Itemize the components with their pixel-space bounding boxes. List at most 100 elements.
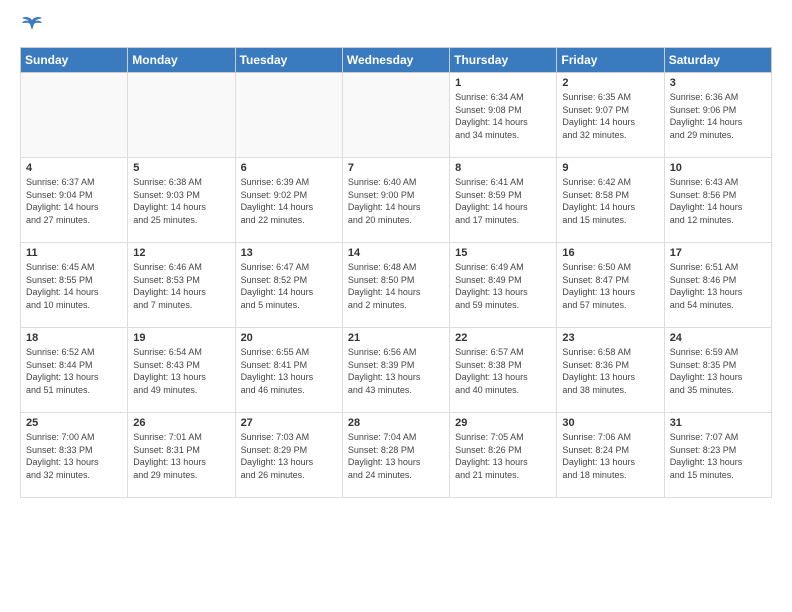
calendar-cell: 7 Sunrise: 6:40 AM Sunset: 9:00 PM Daylig…: [342, 158, 449, 243]
calendar-cell: 16 Sunrise: 6:50 AM Sunset: 8:47 PM Dayli…: [557, 243, 664, 328]
day-info: Sunrise: 6:36 AM Sunset: 9:06 PM Dayligh…: [670, 91, 766, 141]
calendar-cell: [128, 73, 235, 158]
calendar-cell: 4 Sunrise: 6:37 AM Sunset: 9:04 PM Daylig…: [21, 158, 128, 243]
day-info: Sunrise: 6:57 AM Sunset: 8:38 PM Dayligh…: [455, 346, 551, 396]
day-info: Sunrise: 6:54 AM Sunset: 8:43 PM Dayligh…: [133, 346, 229, 396]
day-info: Sunrise: 6:51 AM Sunset: 8:46 PM Dayligh…: [670, 261, 766, 311]
day-number: 18: [26, 332, 122, 344]
day-number: 17: [670, 247, 766, 259]
day-number: 30: [562, 417, 658, 429]
calendar-cell: 5 Sunrise: 6:38 AM Sunset: 9:03 PM Daylig…: [128, 158, 235, 243]
day-number: 26: [133, 417, 229, 429]
calendar-cell: 10 Sunrise: 6:43 AM Sunset: 8:56 PM Dayli…: [664, 158, 771, 243]
calendar-cell: 3 Sunrise: 6:36 AM Sunset: 9:06 PM Daylig…: [664, 73, 771, 158]
day-number: 4: [26, 162, 122, 174]
day-info: Sunrise: 6:43 AM Sunset: 8:56 PM Dayligh…: [670, 176, 766, 226]
calendar-cell: 11 Sunrise: 6:45 AM Sunset: 8:55 PM Dayli…: [21, 243, 128, 328]
weekday-header-monday: Monday: [128, 48, 235, 73]
day-info: Sunrise: 7:05 AM Sunset: 8:26 PM Dayligh…: [455, 431, 551, 481]
day-info: Sunrise: 6:34 AM Sunset: 9:08 PM Dayligh…: [455, 91, 551, 141]
day-number: 29: [455, 417, 551, 429]
day-number: 10: [670, 162, 766, 174]
day-info: Sunrise: 6:46 AM Sunset: 8:53 PM Dayligh…: [133, 261, 229, 311]
calendar-cell: 31 Sunrise: 7:07 AM Sunset: 8:23 PM Dayli…: [664, 413, 771, 498]
week-row-5: 25Sunrise: 7:00 AM Sunset: 8:33 PM Dayli…: [21, 413, 772, 498]
weekday-header-sunday: Sunday: [21, 48, 128, 73]
logo: [20, 16, 43, 39]
day-number: 8: [455, 162, 551, 174]
day-info: Sunrise: 7:04 AM Sunset: 8:28 PM Dayligh…: [348, 431, 444, 481]
day-info: Sunrise: 6:38 AM Sunset: 9:03 PM Dayligh…: [133, 176, 229, 226]
weekday-header-saturday: Saturday: [664, 48, 771, 73]
day-number: 15: [455, 247, 551, 259]
day-info: Sunrise: 6:50 AM Sunset: 8:47 PM Dayligh…: [562, 261, 658, 311]
weekday-header-row: SundayMondayTuesdayWednesdayThursdayFrid…: [21, 48, 772, 73]
day-number: 6: [241, 162, 337, 174]
day-info: Sunrise: 6:40 AM Sunset: 9:00 PM Dayligh…: [348, 176, 444, 226]
day-info: Sunrise: 7:03 AM Sunset: 8:29 PM Dayligh…: [241, 431, 337, 481]
day-number: 5: [133, 162, 229, 174]
day-info: Sunrise: 6:45 AM Sunset: 8:55 PM Dayligh…: [26, 261, 122, 311]
day-number: 24: [670, 332, 766, 344]
day-info: Sunrise: 6:39 AM Sunset: 9:02 PM Dayligh…: [241, 176, 337, 226]
calendar-cell: 26 Sunrise: 7:01 AM Sunset: 8:31 PM Dayli…: [128, 413, 235, 498]
day-number: 23: [562, 332, 658, 344]
day-number: 2: [562, 77, 658, 89]
calendar-cell: 24 Sunrise: 6:59 AM Sunset: 8:35 PM Dayli…: [664, 328, 771, 413]
weekday-header-friday: Friday: [557, 48, 664, 73]
day-number: 28: [348, 417, 444, 429]
day-number: 9: [562, 162, 658, 174]
day-number: 31: [670, 417, 766, 429]
day-info: Sunrise: 7:06 AM Sunset: 8:24 PM Dayligh…: [562, 431, 658, 481]
logo-bird-icon: [21, 16, 43, 39]
calendar-cell: 27 Sunrise: 7:03 AM Sunset: 8:29 PM Dayli…: [235, 413, 342, 498]
week-row-4: 18Sunrise: 6:52 AM Sunset: 8:44 PM Dayli…: [21, 328, 772, 413]
calendar-cell: [235, 73, 342, 158]
weekday-header-thursday: Thursday: [450, 48, 557, 73]
day-info: Sunrise: 6:48 AM Sunset: 8:50 PM Dayligh…: [348, 261, 444, 311]
calendar-cell: 9 Sunrise: 6:42 AM Sunset: 8:58 PM Daylig…: [557, 158, 664, 243]
day-number: 21: [348, 332, 444, 344]
day-number: 12: [133, 247, 229, 259]
calendar-cell: 29 Sunrise: 7:05 AM Sunset: 8:26 PM Dayli…: [450, 413, 557, 498]
day-number: 22: [455, 332, 551, 344]
day-number: 14: [348, 247, 444, 259]
day-info: Sunrise: 6:42 AM Sunset: 8:58 PM Dayligh…: [562, 176, 658, 226]
calendar-cell: [342, 73, 449, 158]
calendar-cell: 23 Sunrise: 6:58 AM Sunset: 8:36 PM Dayli…: [557, 328, 664, 413]
day-number: 27: [241, 417, 337, 429]
day-info: Sunrise: 6:59 AM Sunset: 8:35 PM Dayligh…: [670, 346, 766, 396]
day-info: Sunrise: 6:58 AM Sunset: 8:36 PM Dayligh…: [562, 346, 658, 396]
day-number: 19: [133, 332, 229, 344]
calendar-cell: 14 Sunrise: 6:48 AM Sunset: 8:50 PM Dayli…: [342, 243, 449, 328]
week-row-3: 11 Sunrise: 6:45 AM Sunset: 8:55 PM Dayli…: [21, 243, 772, 328]
calendar-cell: 25Sunrise: 7:00 AM Sunset: 8:33 PM Dayli…: [21, 413, 128, 498]
weekday-header-tuesday: Tuesday: [235, 48, 342, 73]
day-info: Sunrise: 6:37 AM Sunset: 9:04 PM Dayligh…: [26, 176, 122, 226]
calendar-cell: 1 Sunrise: 6:34 AM Sunset: 9:08 PM Daylig…: [450, 73, 557, 158]
calendar-cell: 28 Sunrise: 7:04 AM Sunset: 8:28 PM Dayli…: [342, 413, 449, 498]
day-number: 11: [26, 247, 122, 259]
calendar-cell: 6 Sunrise: 6:39 AM Sunset: 9:02 PM Daylig…: [235, 158, 342, 243]
day-info: Sunrise: 7:07 AM Sunset: 8:23 PM Dayligh…: [670, 431, 766, 481]
calendar-cell: 8Sunrise: 6:41 AM Sunset: 8:59 PM Daylig…: [450, 158, 557, 243]
day-number: 16: [562, 247, 658, 259]
calendar-cell: 18Sunrise: 6:52 AM Sunset: 8:44 PM Dayli…: [21, 328, 128, 413]
calendar-cell: 21 Sunrise: 6:56 AM Sunset: 8:39 PM Dayli…: [342, 328, 449, 413]
day-number: 25: [26, 417, 122, 429]
page-header: [20, 16, 772, 39]
calendar-table: SundayMondayTuesdayWednesdayThursdayFrid…: [20, 47, 772, 498]
calendar-cell: 20Sunrise: 6:55 AM Sunset: 8:41 PM Dayli…: [235, 328, 342, 413]
day-number: 7: [348, 162, 444, 174]
day-number: 1: [455, 77, 551, 89]
day-info: Sunrise: 6:56 AM Sunset: 8:39 PM Dayligh…: [348, 346, 444, 396]
day-number: 3: [670, 77, 766, 89]
calendar-cell: 17 Sunrise: 6:51 AM Sunset: 8:46 PM Dayli…: [664, 243, 771, 328]
calendar-cell: 19 Sunrise: 6:54 AM Sunset: 8:43 PM Dayli…: [128, 328, 235, 413]
calendar-cell: 30 Sunrise: 7:06 AM Sunset: 8:24 PM Dayli…: [557, 413, 664, 498]
week-row-2: 4 Sunrise: 6:37 AM Sunset: 9:04 PM Daylig…: [21, 158, 772, 243]
day-number: 20: [241, 332, 337, 344]
day-info: Sunrise: 7:01 AM Sunset: 8:31 PM Dayligh…: [133, 431, 229, 481]
day-info: Sunrise: 6:35 AM Sunset: 9:07 PM Dayligh…: [562, 91, 658, 141]
day-info: Sunrise: 6:49 AM Sunset: 8:49 PM Dayligh…: [455, 261, 551, 311]
